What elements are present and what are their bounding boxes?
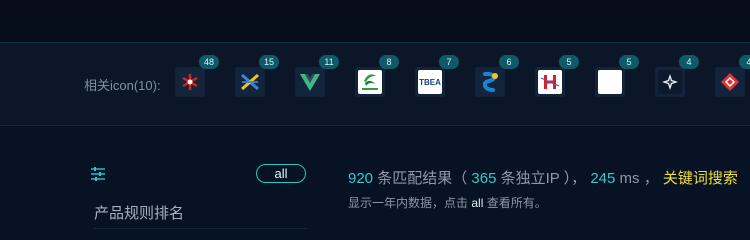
related-icon-item[interactable]: 11: [295, 55, 339, 97]
related-icon-item[interactable]: 5: [595, 55, 639, 97]
filter-sliders-icon[interactable]: [90, 166, 106, 182]
star-diamond-icon: [658, 70, 682, 94]
time-unit: ms ，: [619, 170, 659, 187]
vue-icon: [298, 70, 322, 94]
red-starburst-icon: [178, 70, 202, 94]
blue-yellow-cross-icon: [238, 70, 262, 94]
search-time: 245: [590, 170, 616, 187]
keyword-search-link[interactable]: 关键词搜索: [663, 170, 738, 187]
white-square-icon: [598, 70, 622, 94]
note-suffix: 查看所有。: [486, 196, 547, 210]
green-china-mobile-icon: [358, 70, 382, 94]
view-all-link[interactable]: all: [471, 196, 483, 210]
icon-count-badge: 48: [199, 55, 219, 69]
icon-count-badge: 8: [379, 55, 399, 69]
related-icon-item[interactable]: 8: [355, 55, 399, 97]
related-icon-item[interactable]: 6: [475, 55, 519, 97]
icon-count-badge: 15: [259, 55, 279, 69]
result-count-text: 条匹配结果（: [377, 170, 468, 187]
result-summary: 920 条匹配结果（ 365 条独立IP ）， 245 ms ， 关键词搜索: [348, 167, 738, 188]
note-prefix: 显示一年内数据，点击: [348, 196, 469, 210]
product-rule-ranking-label[interactable]: 产品规则排名: [94, 202, 184, 223]
related-icons-label: 相关icon(10):: [84, 78, 161, 93]
related-icon-item[interactable]: 5: [535, 55, 579, 97]
all-filter-button[interactable]: all: [256, 164, 306, 183]
icon-count-badge: 5: [619, 55, 639, 69]
icon-count-badge: 5: [559, 55, 579, 69]
rule-underline: [94, 228, 307, 229]
related-icon-item[interactable]: 15: [235, 55, 279, 97]
icon-count-badge: 11: [319, 55, 339, 69]
red-diamond-icon: [718, 70, 742, 94]
icon-count-badge: 7: [439, 55, 459, 69]
result-count: 920: [348, 170, 374, 187]
related-icon-item[interactable]: TBEA 7: [415, 55, 459, 97]
related-icon-item[interactable]: 4: [715, 55, 750, 97]
related-icon-item[interactable]: 48: [175, 55, 219, 97]
ip-count: 365: [471, 170, 497, 187]
tbea-icon: TBEA: [418, 70, 442, 94]
blue-s-icon: [478, 70, 502, 94]
red-h-icon: [538, 70, 562, 94]
one-year-data-note: 显示一年内数据，点击 all 查看所有。: [348, 194, 547, 211]
icon-count-badge: 6: [499, 55, 519, 69]
icon-count-badge: 4: [679, 55, 699, 69]
related-icon-item[interactable]: 4: [655, 55, 699, 97]
ip-text: 条独立IP ），: [500, 170, 587, 187]
top-bar: [0, 0, 750, 42]
icon-count-badge: 4: [739, 55, 750, 69]
